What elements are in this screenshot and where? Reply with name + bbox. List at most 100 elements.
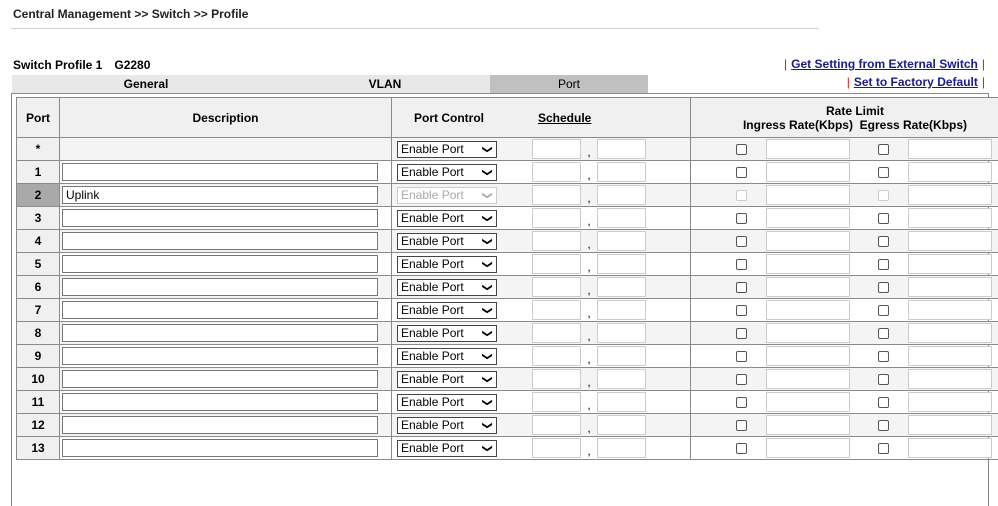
description-input[interactable] bbox=[62, 209, 378, 227]
ingress-checkbox[interactable] bbox=[736, 442, 747, 454]
schedule-input-1[interactable] bbox=[532, 185, 581, 205]
port-control-select[interactable]: Enable Port ❯ bbox=[397, 278, 497, 296]
port-control-select[interactable]: Enable Port ❯ bbox=[397, 163, 497, 181]
schedule-input-2[interactable] bbox=[597, 231, 646, 251]
egress-checkbox[interactable] bbox=[878, 327, 889, 339]
ingress-checkbox[interactable] bbox=[736, 189, 747, 201]
ingress-checkbox[interactable] bbox=[736, 373, 747, 385]
ingress-checkbox[interactable] bbox=[736, 143, 747, 155]
egress-checkbox[interactable] bbox=[878, 419, 889, 431]
schedule-input-1[interactable] bbox=[532, 438, 581, 458]
ingress-checkbox[interactable] bbox=[736, 281, 747, 293]
ingress-checkbox[interactable] bbox=[736, 212, 747, 224]
ingress-checkbox[interactable] bbox=[736, 419, 747, 431]
schedule-input-2[interactable] bbox=[597, 323, 646, 343]
schedule-input-1[interactable] bbox=[532, 346, 581, 366]
egress-rate-input[interactable] bbox=[908, 208, 992, 228]
schedule-input-1[interactable] bbox=[532, 369, 581, 389]
port-control-select[interactable]: Enable Port ❯ bbox=[397, 232, 497, 250]
ingress-rate-input[interactable] bbox=[766, 369, 850, 389]
egress-checkbox[interactable] bbox=[878, 212, 889, 224]
get-setting-link[interactable]: Get Setting from External Switch bbox=[791, 57, 978, 71]
ingress-checkbox[interactable] bbox=[736, 258, 747, 270]
schedule-input-2[interactable] bbox=[597, 162, 646, 182]
ingress-rate-input[interactable] bbox=[766, 231, 850, 251]
egress-checkbox[interactable] bbox=[878, 189, 889, 201]
description-input[interactable] bbox=[62, 232, 378, 250]
tab-general[interactable]: General bbox=[12, 75, 280, 93]
ingress-rate-input[interactable] bbox=[766, 254, 850, 274]
schedule-input-2[interactable] bbox=[597, 208, 646, 228]
ingress-rate-input[interactable] bbox=[766, 162, 850, 182]
ingress-checkbox[interactable] bbox=[736, 166, 747, 178]
egress-rate-input[interactable] bbox=[908, 392, 992, 412]
schedule-input-2[interactable] bbox=[597, 346, 646, 366]
description-input[interactable] bbox=[62, 255, 378, 273]
egress-checkbox[interactable] bbox=[878, 235, 889, 247]
port-control-select[interactable]: Enable Port ❯ bbox=[397, 439, 497, 457]
ingress-rate-input[interactable] bbox=[766, 346, 850, 366]
ingress-checkbox[interactable] bbox=[736, 235, 747, 247]
schedule-input-2[interactable] bbox=[597, 300, 646, 320]
port-control-select[interactable]: Enable Port ❯ bbox=[397, 255, 497, 273]
factory-default-link[interactable]: Set to Factory Default bbox=[854, 75, 978, 89]
egress-checkbox[interactable] bbox=[878, 396, 889, 408]
egress-checkbox[interactable] bbox=[878, 373, 889, 385]
description-input[interactable] bbox=[62, 186, 378, 204]
port-control-select[interactable]: Enable Port ❯ bbox=[397, 393, 497, 411]
schedule-input-1[interactable] bbox=[532, 231, 581, 251]
schedule-header-link[interactable]: Schedule bbox=[538, 111, 591, 125]
schedule-input-1[interactable] bbox=[532, 277, 581, 297]
schedule-input-1[interactable] bbox=[532, 323, 581, 343]
egress-checkbox[interactable] bbox=[878, 350, 889, 362]
description-input[interactable] bbox=[62, 416, 378, 434]
description-input[interactable] bbox=[62, 278, 378, 296]
schedule-input-2[interactable] bbox=[597, 438, 646, 458]
port-control-select[interactable]: Enable Port ❯ bbox=[397, 324, 497, 342]
egress-rate-input[interactable] bbox=[908, 139, 992, 159]
egress-checkbox[interactable] bbox=[878, 442, 889, 454]
port-control-select[interactable]: Enable Port ❯ bbox=[397, 370, 497, 388]
description-input[interactable] bbox=[62, 301, 378, 319]
egress-rate-input[interactable] bbox=[908, 277, 992, 297]
description-input[interactable] bbox=[62, 370, 378, 388]
description-input[interactable] bbox=[62, 347, 378, 365]
egress-checkbox[interactable] bbox=[878, 304, 889, 316]
egress-rate-input[interactable] bbox=[908, 323, 992, 343]
ingress-rate-input[interactable] bbox=[766, 300, 850, 320]
schedule-input-2[interactable] bbox=[597, 392, 646, 412]
ingress-rate-input[interactable] bbox=[766, 392, 850, 412]
port-control-select[interactable]: Enable Port ❯ bbox=[397, 140, 497, 158]
description-input[interactable] bbox=[62, 439, 378, 457]
schedule-input-2[interactable] bbox=[597, 277, 646, 297]
schedule-input-1[interactable] bbox=[532, 300, 581, 320]
ingress-checkbox[interactable] bbox=[736, 327, 747, 339]
egress-rate-input[interactable] bbox=[908, 231, 992, 251]
schedule-input-2[interactable] bbox=[597, 185, 646, 205]
schedule-input-2[interactable] bbox=[597, 415, 646, 435]
port-control-select[interactable]: Enable Port ❯ bbox=[397, 347, 497, 365]
egress-rate-input[interactable] bbox=[908, 254, 992, 274]
egress-rate-input[interactable] bbox=[908, 369, 992, 389]
egress-checkbox[interactable] bbox=[878, 258, 889, 270]
description-input[interactable] bbox=[62, 393, 378, 411]
ingress-rate-input[interactable] bbox=[766, 185, 850, 205]
port-control-select[interactable]: Enable Port ❯ bbox=[397, 186, 497, 204]
ingress-rate-input[interactable] bbox=[766, 323, 850, 343]
ingress-rate-input[interactable] bbox=[766, 415, 850, 435]
egress-rate-input[interactable] bbox=[908, 438, 992, 458]
ingress-rate-input[interactable] bbox=[766, 208, 850, 228]
egress-rate-input[interactable] bbox=[908, 162, 992, 182]
ingress-checkbox[interactable] bbox=[736, 350, 747, 362]
schedule-input-1[interactable] bbox=[532, 392, 581, 412]
schedule-input-1[interactable] bbox=[532, 254, 581, 274]
ingress-checkbox[interactable] bbox=[736, 304, 747, 316]
description-input[interactable] bbox=[62, 324, 378, 342]
egress-rate-input[interactable] bbox=[908, 185, 992, 205]
egress-checkbox[interactable] bbox=[878, 281, 889, 293]
port-control-select[interactable]: Enable Port ❯ bbox=[397, 209, 497, 227]
egress-checkbox[interactable] bbox=[878, 166, 889, 178]
schedule-input-1[interactable] bbox=[532, 139, 581, 159]
schedule-input-1[interactable] bbox=[532, 208, 581, 228]
egress-rate-input[interactable] bbox=[908, 300, 992, 320]
